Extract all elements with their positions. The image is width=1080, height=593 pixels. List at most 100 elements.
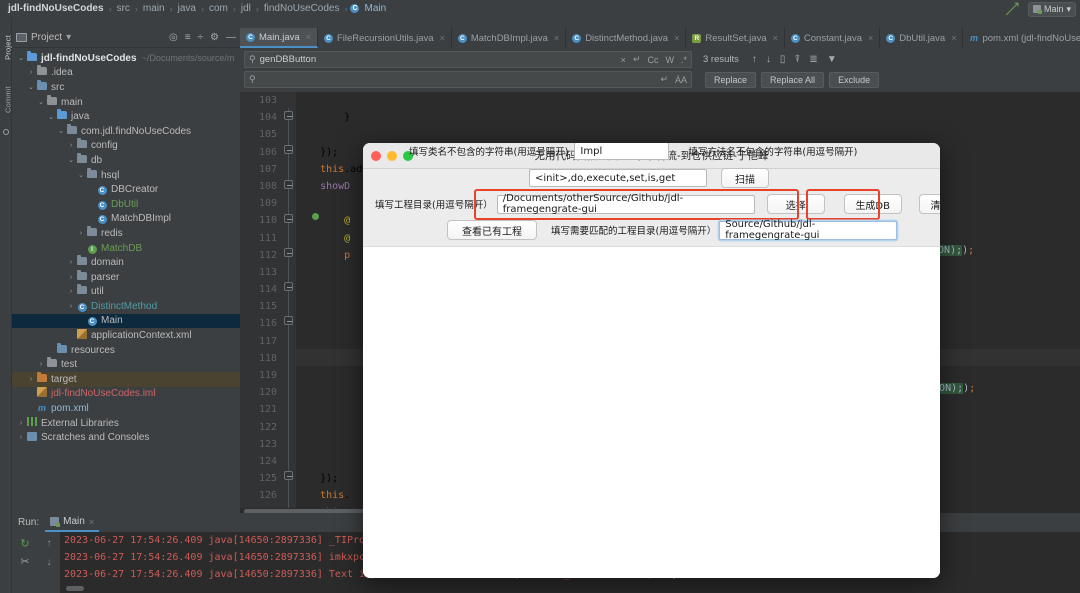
breadcrumb-item-main-class[interactable]: Main (362, 3, 388, 14)
tree-node-db[interactable]: ⌄ db (12, 152, 240, 168)
chevron-right-icon[interactable]: › (66, 274, 76, 281)
tree-node-config[interactable]: › config (12, 138, 240, 154)
tree-node-pom-xml[interactable]: ›m pom.xml (12, 401, 240, 416)
fold-toggle-icon[interactable] (284, 145, 293, 154)
down-arrow-icon[interactable]: ↓ (766, 54, 771, 65)
tree-node--idea[interactable]: › .idea (12, 65, 240, 81)
close-icon[interactable]: × (773, 33, 778, 43)
editor-tab-resultset-java[interactable]: R ResultSet.java × (686, 28, 785, 48)
chevron-down-icon[interactable]: ⌄ (46, 113, 56, 121)
close-icon[interactable]: × (621, 55, 626, 65)
chevron-right-icon[interactable]: › (16, 434, 26, 441)
project-tree[interactable]: ⌄ jdl-findNoUseCodes ~/Documents/source/m ›… (12, 48, 240, 513)
scroll-up-icon[interactable]: ↑ (38, 538, 60, 549)
breadcrumb-item-java[interactable]: java (176, 3, 198, 14)
editor-tab-main-java[interactable]: C Main.java × (240, 28, 318, 48)
tree-node-java[interactable]: ⌄ java (12, 109, 240, 124)
tree-node-util[interactable]: › util (12, 284, 240, 300)
editor-tab-constant-java[interactable]: C Constant.java × (785, 28, 881, 48)
tree-node-domain[interactable]: › domain (12, 255, 240, 270)
tree-node-jdl-findnousecodes[interactable]: ⌄ jdl-findNoUseCodes ~/Documents/source/m (12, 50, 240, 66)
gear-icon[interactable]: ⚙ (210, 32, 219, 43)
tree-node-redis[interactable]: › redis (12, 225, 240, 241)
chevron-right-icon[interactable]: › (76, 245, 86, 252)
fold-toggle-icon[interactable] (284, 180, 293, 189)
up-arrow-icon[interactable]: ↑ (752, 54, 757, 65)
method-exclude-input[interactable]: <init>,do,execute,set,is,get (529, 169, 707, 187)
rerun-icon[interactable]: ↻ (12, 537, 38, 550)
tree-node-matchdbimpl[interactable]: ›C MatchDBImpl (12, 212, 240, 227)
chevron-down-icon[interactable]: ⌄ (26, 83, 36, 91)
close-icon[interactable]: × (674, 33, 679, 43)
breadcrumb-item-com[interactable]: com (207, 3, 230, 14)
whole-words-icon[interactable]: W (665, 55, 674, 65)
filter-icon[interactable]: ▼ (827, 54, 837, 65)
find-input[interactable]: ⚲ genDBButton × ↵ Cc W .* (244, 51, 692, 68)
run-vscrollbar[interactable] (66, 586, 84, 591)
close-icon[interactable]: × (306, 32, 311, 42)
tree-node-distinctmethod[interactable]: › C DistinctMethod (12, 299, 240, 314)
tree-node-applicationcontext-xml[interactable]: › applicationContext.xml (12, 328, 240, 343)
editor-tab-matchdbimpl-java[interactable]: C MatchDBImpl.java × (452, 28, 567, 48)
tree-node-target[interactable]: › target (12, 371, 240, 387)
tree-node-main[interactable]: ⌄ main (12, 94, 240, 110)
tree-node-test[interactable]: › test (12, 357, 240, 372)
breadcrumb-item-src[interactable]: src (115, 3, 132, 14)
scan-button[interactable]: 扫描 (721, 168, 769, 188)
chevron-right-icon[interactable]: › (66, 332, 76, 339)
clean-db-button[interactable]: 清空DB (918, 194, 940, 214)
match-case-icon[interactable]: Cc (647, 55, 658, 65)
chevron-right-icon[interactable]: › (26, 376, 36, 383)
preserve-case-icon[interactable]: ÁA (675, 75, 687, 85)
editor-tab-bar[interactable]: C Main.java × C FileRecursionUtils.java × C Mat… (240, 28, 1080, 48)
locate-icon[interactable]: ◎ (169, 32, 178, 43)
tree-node-external-libraries[interactable]: › External Libraries (12, 416, 240, 431)
fold-toggle-icon[interactable] (284, 282, 293, 291)
chevron-right-icon[interactable]: › (76, 317, 86, 324)
run-tab-main[interactable]: Main × (45, 513, 100, 532)
chevron-down-icon[interactable]: ⌄ (16, 54, 26, 62)
preview-icon[interactable]: ⍒ (794, 54, 800, 65)
chevron-right-icon[interactable]: › (26, 69, 36, 76)
select-all-icon[interactable]: ▯ (780, 54, 786, 65)
fold-toggle-icon[interactable] (284, 316, 293, 325)
close-icon[interactable]: × (440, 33, 445, 43)
chevron-right-icon[interactable]: › (26, 390, 36, 397)
editor-tab-distinctmethod-java[interactable]: C DistinctMethod.java × (566, 28, 687, 48)
chevron-right-icon[interactable]: › (66, 288, 76, 295)
tree-node-dbutil[interactable]: ›C DbUtil (12, 197, 240, 212)
class-exclude-input[interactable]: Impl (574, 143, 670, 160)
tree-node-main[interactable]: ›C Main (12, 313, 240, 329)
generate-db-button[interactable]: 生成DB (843, 194, 902, 214)
chevron-down-icon[interactable]: ⌄ (66, 156, 76, 164)
chevron-down-icon[interactable]: ⌄ (36, 98, 46, 106)
minimize-window-icon[interactable] (387, 150, 397, 161)
tree-node-hsql[interactable]: ⌄ hsql (12, 167, 240, 183)
chevron-down-icon[interactable]: ⌄ (56, 127, 66, 135)
tree-node-jdl-findnousecodes-iml[interactable]: › jdl-findNoUseCodes.iml (12, 387, 240, 402)
close-icon[interactable]: × (951, 33, 956, 43)
tree-node-parser[interactable]: › parser (12, 269, 240, 285)
breadcrumb-item-project[interactable]: jdl-findNoUseCodes (6, 3, 106, 14)
chevron-right-icon[interactable]: › (76, 230, 86, 237)
chevron-right-icon[interactable]: › (36, 361, 46, 368)
editor-tab-dbutil-java[interactable]: C DbUtil.java × (880, 28, 964, 48)
choose-button[interactable]: 选择 (766, 194, 825, 214)
breadcrumb-item-jdl[interactable]: jdl (239, 3, 253, 14)
close-icon[interactable]: × (868, 33, 873, 43)
tree-node-scratches-and-consoles[interactable]: › Scratches and Consoles (12, 430, 240, 445)
collapse-icon[interactable]: ≡ (185, 32, 191, 43)
match-dir-input[interactable]: Source/Github/jdl-framegengrate-gui (719, 219, 898, 241)
tree-node-src[interactable]: ⌄ src (12, 79, 240, 95)
sort-icon[interactable]: ÷ (198, 32, 204, 43)
tree-node-dbcreator[interactable]: ›C DBCreator (12, 182, 240, 197)
close-window-icon[interactable] (371, 150, 381, 161)
editor-tab-pom-xml-jdl-findnousecodes-[interactable]: mpom.xml (jdl-findNoUseCodes)× (963, 28, 1080, 48)
chevron-right-icon[interactable]: › (86, 186, 96, 193)
tree-node-resources[interactable]: › resources (12, 342, 240, 358)
chevron-right-icon[interactable]: › (66, 142, 76, 149)
fold-toggle-icon[interactable] (284, 111, 293, 120)
editor-tab-filerecursionutils-java[interactable]: C FileRecursionUtils.java × (318, 28, 452, 48)
close-icon[interactable]: × (89, 517, 94, 527)
fold-toggle-icon[interactable] (284, 248, 293, 257)
